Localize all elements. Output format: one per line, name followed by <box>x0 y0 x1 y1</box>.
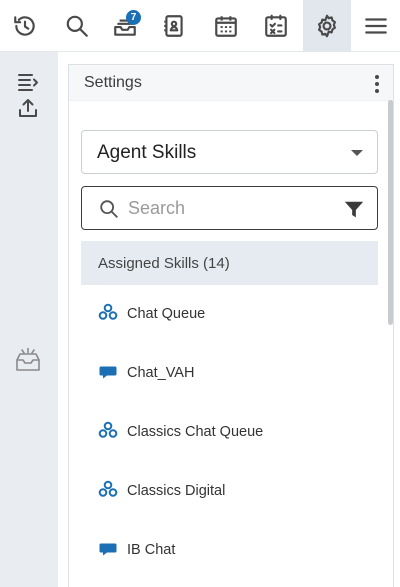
more-options-icon[interactable] <box>369 75 385 97</box>
settings-panel: Settings Agent Skills Assigned Skills (1… <box>68 64 394 587</box>
left-rail <box>0 52 58 587</box>
skill-row[interactable]: Classics Chat Queue <box>81 403 378 462</box>
select-value: Agent Skills <box>97 142 197 163</box>
contact-book-icon <box>164 15 183 37</box>
hamburger-menu-icon <box>365 18 387 34</box>
panel-scrollbar[interactable] <box>388 100 393 325</box>
calendar-button[interactable] <box>202 0 250 52</box>
search-icon <box>100 200 118 218</box>
panel-header: Settings <box>69 65 393 101</box>
chat-bubble-icon <box>99 543 117 556</box>
inbox-count-badge: 7 <box>126 10 141 25</box>
gear-icon <box>318 14 336 38</box>
panel-title: Settings <box>84 74 142 91</box>
menu-button[interactable] <box>352 0 400 52</box>
queue-icon <box>98 421 118 438</box>
settings-category-select[interactable]: Agent Skills <box>81 130 378 174</box>
collapse-panel-icon[interactable] <box>16 70 40 94</box>
assigned-skills-label: Assigned Skills (14) <box>98 255 230 272</box>
search-input[interactable] <box>128 195 328 221</box>
top-toolbar: 7 <box>0 0 400 52</box>
skills-search-box[interactable] <box>81 186 378 230</box>
empty-inbox-icon <box>16 347 40 371</box>
skills-list: Chat Queue Chat_VAH Classics Chat Queue … <box>81 285 378 580</box>
skill-label: Classics Digital <box>127 483 226 499</box>
contacts-button[interactable] <box>150 0 198 52</box>
caret-down-icon <box>351 150 363 156</box>
skill-row[interactable]: Classics Digital <box>81 462 378 521</box>
history-button[interactable] <box>1 0 49 52</box>
search-icon <box>66 15 88 37</box>
queue-icon <box>98 480 118 497</box>
upload-icon[interactable] <box>16 96 40 120</box>
skill-label: Classics Chat Queue <box>127 424 264 440</box>
skill-row[interactable]: IB Chat <box>81 521 378 580</box>
skill-row[interactable]: Chat Queue <box>81 285 378 344</box>
settings-button[interactable] <box>303 0 351 52</box>
history-icon <box>14 16 35 36</box>
dispositions-button[interactable] <box>252 0 300 52</box>
filter-icon[interactable] <box>343 199 365 221</box>
chat-bubble-icon <box>99 366 117 379</box>
skill-row[interactable]: Chat_VAH <box>81 344 378 403</box>
search-button[interactable] <box>53 0 101 52</box>
skill-label: IB Chat <box>127 542 176 558</box>
calendar-icon <box>215 16 237 37</box>
queue-icon <box>98 303 118 320</box>
skill-label: Chat Queue <box>127 306 206 322</box>
checklist-icon <box>265 14 287 37</box>
assigned-skills-header: Assigned Skills (14) <box>81 241 378 285</box>
skill-label: Chat_VAH <box>127 365 195 381</box>
inbox-button[interactable]: 7 <box>101 0 149 52</box>
